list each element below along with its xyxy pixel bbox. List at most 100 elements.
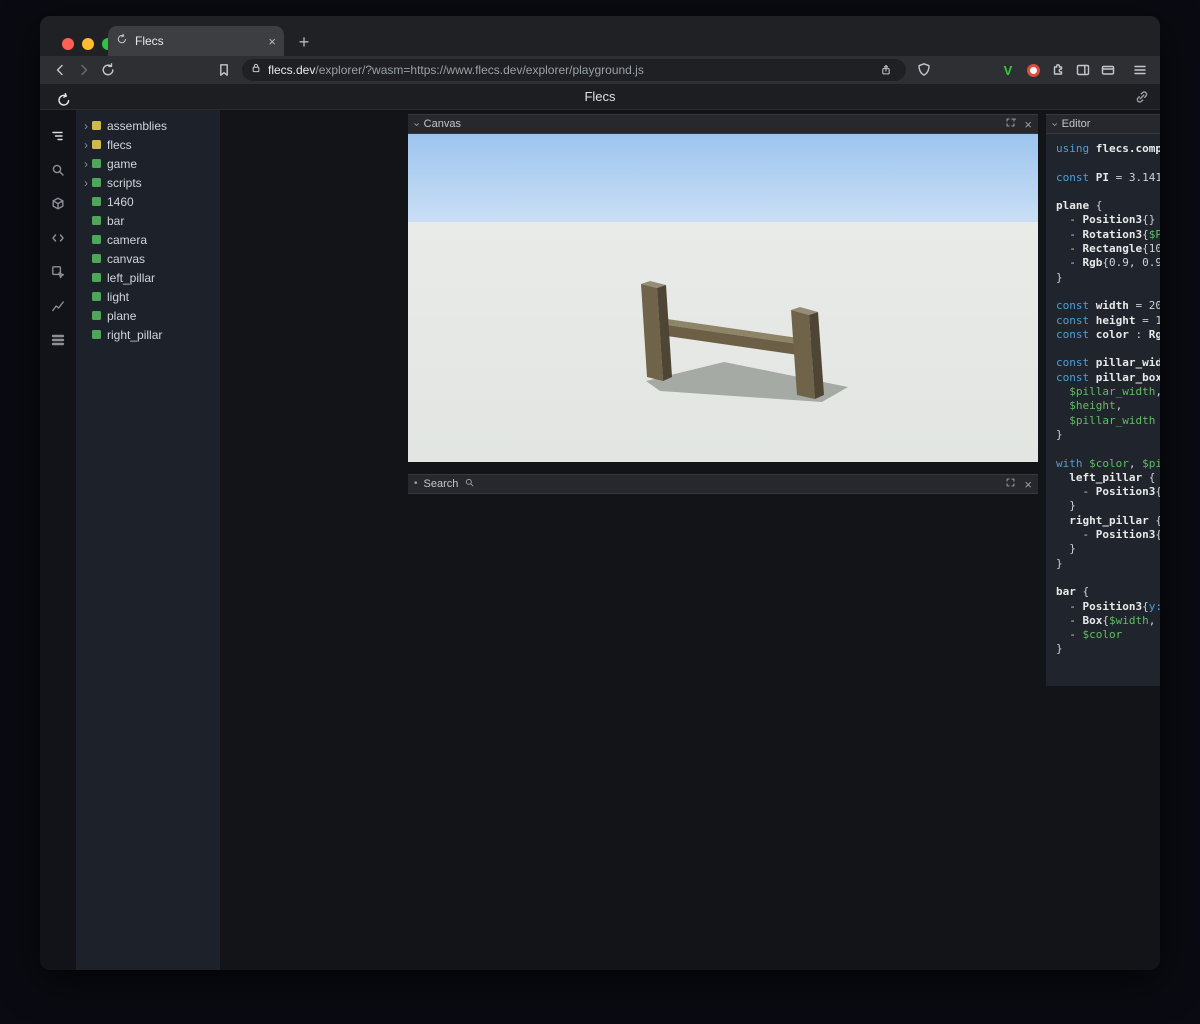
canvas-3d-viewport[interactable]: [408, 134, 1038, 462]
close-window-button[interactable]: [62, 38, 74, 50]
close-icon[interactable]: ×: [1024, 478, 1032, 491]
lock-icon: [250, 61, 262, 79]
code-line: plane {: [1056, 199, 1103, 213]
inspect-icon[interactable]: [46, 260, 70, 284]
app-header: Flecs: [40, 84, 1160, 110]
entity-label: assemblies: [107, 118, 168, 133]
tree-item-light[interactable]: light: [76, 287, 220, 306]
tree-item-flecs[interactable]: › flecs: [76, 135, 220, 154]
close-icon[interactable]: ×: [1024, 118, 1032, 131]
entity-label: 1460: [107, 194, 134, 209]
forward-icon[interactable]: [72, 58, 96, 82]
entity-label: canvas: [107, 251, 146, 266]
bookmark-icon[interactable]: [212, 58, 236, 82]
entity-kind-icon: [92, 197, 101, 206]
code-line: - $color: [1056, 628, 1123, 642]
url-text: flecs.dev/explorer/?wasm=https://www.fle…: [268, 63, 868, 77]
tool-sidebar: [40, 110, 76, 970]
link-icon[interactable]: [1130, 85, 1154, 109]
tree-item-right_pillar[interactable]: right_pillar: [76, 325, 220, 344]
canvas-3d-scene: [408, 134, 1038, 462]
canvas-panel-actions: ×: [1005, 115, 1032, 133]
expand-caret-icon[interactable]: ›: [81, 120, 91, 132]
tab-close-icon[interactable]: ×: [268, 35, 276, 48]
code-icon[interactable]: [46, 226, 70, 250]
browser-tab-flecs[interactable]: Flecs ×: [108, 26, 284, 56]
collapsed-caret-icon[interactable]: •: [414, 479, 418, 489]
code-line: $height,: [1069, 399, 1123, 413]
search-icon[interactable]: [46, 158, 70, 182]
tree-item-plane[interactable]: plane: [76, 306, 220, 325]
editor-panel: › Editor × using flecs.components.* cons…: [1046, 114, 1160, 686]
tree-item-game[interactable]: › game: [76, 154, 220, 173]
chevron-down-icon[interactable]: ›: [1048, 122, 1060, 126]
nav-buttons: [48, 58, 120, 82]
editor-panel-header[interactable]: › Editor ×: [1046, 114, 1160, 134]
browser-window: Flecs × + flecs.dev/explorer/?wasm=https…: [40, 16, 1160, 970]
new-tab-button[interactable]: +: [292, 30, 316, 54]
reload-icon[interactable]: [96, 58, 120, 82]
flecs-logo-icon[interactable]: [52, 88, 76, 112]
code-line: }: [1056, 270, 1063, 284]
menu-icon[interactable]: [1128, 58, 1152, 82]
search-panel-actions: ×: [1005, 475, 1032, 493]
target-red-icon[interactable]: [1021, 58, 1045, 82]
code-line: const pillar_box : Box = {: [1056, 370, 1160, 384]
extensions-area: V: [996, 58, 1120, 82]
code-line: }: [1056, 427, 1063, 441]
code-line: - Box{$width, 2, 1}: [1056, 613, 1156, 627]
tree-item-camera[interactable]: camera: [76, 230, 220, 249]
entity-tree: › assemblies › flecs › game › scripts 1460 bar cam…: [76, 110, 220, 970]
code-line: right_pillar {: [1069, 513, 1160, 527]
cube-icon[interactable]: [46, 192, 70, 216]
stats-icon[interactable]: [46, 294, 70, 318]
brave-shield-icon[interactable]: [912, 58, 936, 82]
tree-item-assemblies[interactable]: › assemblies: [76, 116, 220, 135]
tree-item-left_pillar[interactable]: left_pillar: [76, 268, 220, 287]
entity-label: light: [107, 289, 130, 304]
tree-item-bar[interactable]: bar: [76, 211, 220, 230]
back-icon[interactable]: [48, 58, 72, 82]
expand-icon[interactable]: [1005, 475, 1016, 493]
chevron-down-icon[interactable]: ›: [410, 122, 422, 126]
code-line: const pillar_width = 2: [1056, 356, 1160, 370]
entity-label: camera: [107, 232, 148, 247]
vimium-v-icon[interactable]: V: [996, 58, 1020, 82]
code-editor[interactable]: using flecs.components.* const PI = 3.14…: [1046, 134, 1160, 686]
rows-icon[interactable]: [46, 328, 70, 352]
entity-label: game: [107, 156, 138, 171]
wallet-icon[interactable]: [1096, 58, 1120, 82]
code-line: }: [1056, 542, 1076, 556]
tree-icon[interactable]: [46, 124, 70, 148]
entity-label: left_pillar: [107, 270, 156, 285]
canvas-panel-header[interactable]: › Canvas ×: [408, 114, 1038, 134]
expand-caret-icon[interactable]: ›: [81, 177, 91, 189]
entity-kind-icon: [92, 235, 101, 244]
tree-item-scripts[interactable]: › scripts: [76, 173, 220, 192]
code-line: $pillar_width: [1069, 413, 1156, 427]
expand-caret-icon[interactable]: ›: [81, 158, 91, 170]
canvas-panel-title: Canvas: [423, 118, 461, 130]
code-line: - Position3{}: [1056, 213, 1156, 227]
expand-caret-icon[interactable]: ›: [81, 139, 91, 151]
tree-item-canvas[interactable]: canvas: [76, 249, 220, 268]
flecs-favicon-icon: [116, 32, 128, 50]
side-panel-icon[interactable]: [1071, 58, 1095, 82]
code-line: }: [1056, 642, 1063, 656]
entity-kind-icon: [92, 311, 101, 320]
share-icon[interactable]: [874, 58, 898, 82]
search-panel-header[interactable]: • Search ×: [408, 474, 1038, 494]
puzzle-icon[interactable]: [1046, 58, 1070, 82]
tree-item-1460[interactable]: 1460: [76, 192, 220, 211]
minimize-window-button[interactable]: [82, 38, 94, 50]
code-line: - Rgb{0.9, 0.9, 0.9}: [1056, 256, 1160, 270]
page-title: Flecs: [584, 89, 616, 104]
url-bar[interactable]: flecs.dev/explorer/?wasm=https://www.fle…: [242, 59, 906, 81]
entity-kind-icon: [92, 121, 101, 130]
entity-label: plane: [107, 308, 137, 323]
expand-icon[interactable]: [1005, 115, 1022, 133]
